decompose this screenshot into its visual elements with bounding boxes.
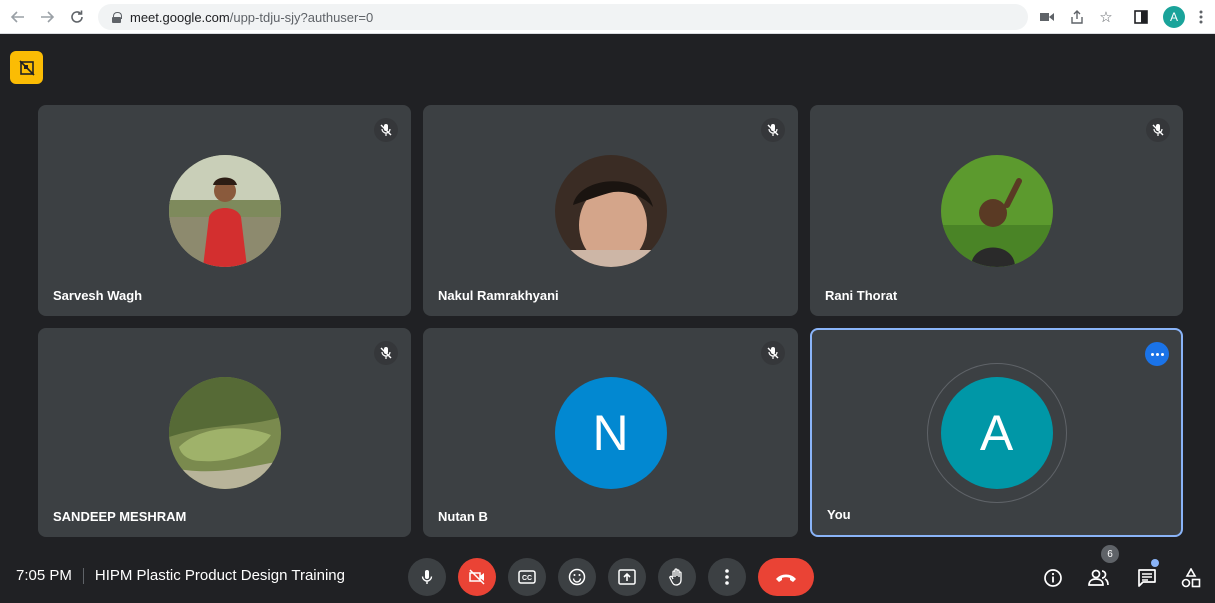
url-path: /upp-tdju-sjy?authuser=0: [229, 9, 374, 25]
people-icon[interactable]: [1086, 565, 1112, 591]
menu-kebab-icon[interactable]: [1193, 6, 1209, 28]
participant-letter-avatar: N: [554, 376, 667, 489]
participant-name: Nakul Ramrakhyani: [438, 288, 559, 303]
present-icon[interactable]: [608, 558, 646, 596]
more-options-icon[interactable]: [708, 558, 746, 596]
tile-more-options-icon[interactable]: [1145, 342, 1169, 366]
bookmark-star-icon[interactable]: ☆: [1095, 6, 1117, 28]
reload-icon[interactable]: [66, 6, 88, 28]
participant-tile[interactable]: Rani Thorat: [810, 105, 1183, 316]
camera-in-use-icon[interactable]: [1036, 6, 1058, 28]
address-bar[interactable]: meet.google.com/upp-tdju-sjy?authuser=0: [98, 4, 1028, 30]
svg-text:CC: CC: [522, 575, 532, 582]
self-view-hidden-icon[interactable]: [10, 51, 43, 84]
divider: [82, 567, 84, 584]
side-panel-icon[interactable]: [1130, 6, 1152, 28]
participant-tile[interactable]: SANDEEP MESHRAM: [38, 328, 411, 537]
back-arrow-icon[interactable]: [7, 6, 29, 28]
participant-name: Rani Thorat: [825, 288, 898, 303]
camera-off-icon[interactable]: [458, 558, 496, 596]
captions-icon[interactable]: CC: [508, 558, 546, 596]
info-icon[interactable]: [1040, 565, 1066, 591]
participant-tile[interactable]: Sarvesh Wagh: [38, 105, 411, 316]
raise-hand-icon[interactable]: [658, 558, 696, 596]
participant-name: Nutan B: [438, 509, 488, 524]
mic-icon[interactable]: [408, 558, 446, 596]
participant-name: SANDEEP MESHRAM: [53, 509, 187, 524]
mic-muted-icon: [1146, 118, 1170, 142]
participant-tile[interactable]: N Nutan B: [423, 328, 798, 537]
people-count-badge: 6: [1101, 545, 1119, 563]
meeting-control-bar: 7:05 PM HIPM Plastic Product Design Trai…: [0, 545, 1215, 603]
mic-muted-icon: [374, 341, 398, 365]
participant-photo-avatar: [168, 154, 281, 267]
participant-name: Sarvesh Wagh: [53, 288, 143, 303]
participant-photo-avatar: [940, 154, 1053, 267]
self-letter-avatar: A: [940, 376, 1053, 489]
lock-icon: [112, 11, 122, 23]
participant-tile[interactable]: Nakul Ramrakhyani: [423, 105, 798, 316]
meeting-details: 7:05 PM HIPM Plastic Product Design Trai…: [16, 567, 345, 584]
hang-up-icon[interactable]: [758, 558, 814, 596]
chat-icon[interactable]: [1134, 565, 1160, 591]
meeting-time: 7:05 PM: [16, 567, 72, 584]
forward-arrow-icon[interactable]: [36, 6, 58, 28]
url-text: meet.google.com/upp-tdju-sjy?authuser=0: [130, 10, 373, 25]
meeting-title: HIPM Plastic Product Design Training: [94, 567, 345, 584]
mic-muted-icon: [761, 341, 785, 365]
browser-toolbar: meet.google.com/upp-tdju-sjy?authuser=0 …: [0, 0, 1215, 34]
share-icon[interactable]: [1066, 6, 1088, 28]
activities-icon[interactable]: [1178, 565, 1204, 591]
participant-photo-avatar: [168, 376, 281, 489]
participant-photo-avatar: [554, 154, 667, 267]
mic-muted-icon: [374, 118, 398, 142]
emoji-icon[interactable]: [558, 558, 596, 596]
profile-avatar[interactable]: A: [1163, 6, 1185, 28]
url-host: meet.google.com: [130, 9, 230, 25]
participant-name: You: [827, 507, 851, 522]
mic-muted-icon: [761, 118, 785, 142]
self-tile[interactable]: A You: [810, 328, 1183, 537]
